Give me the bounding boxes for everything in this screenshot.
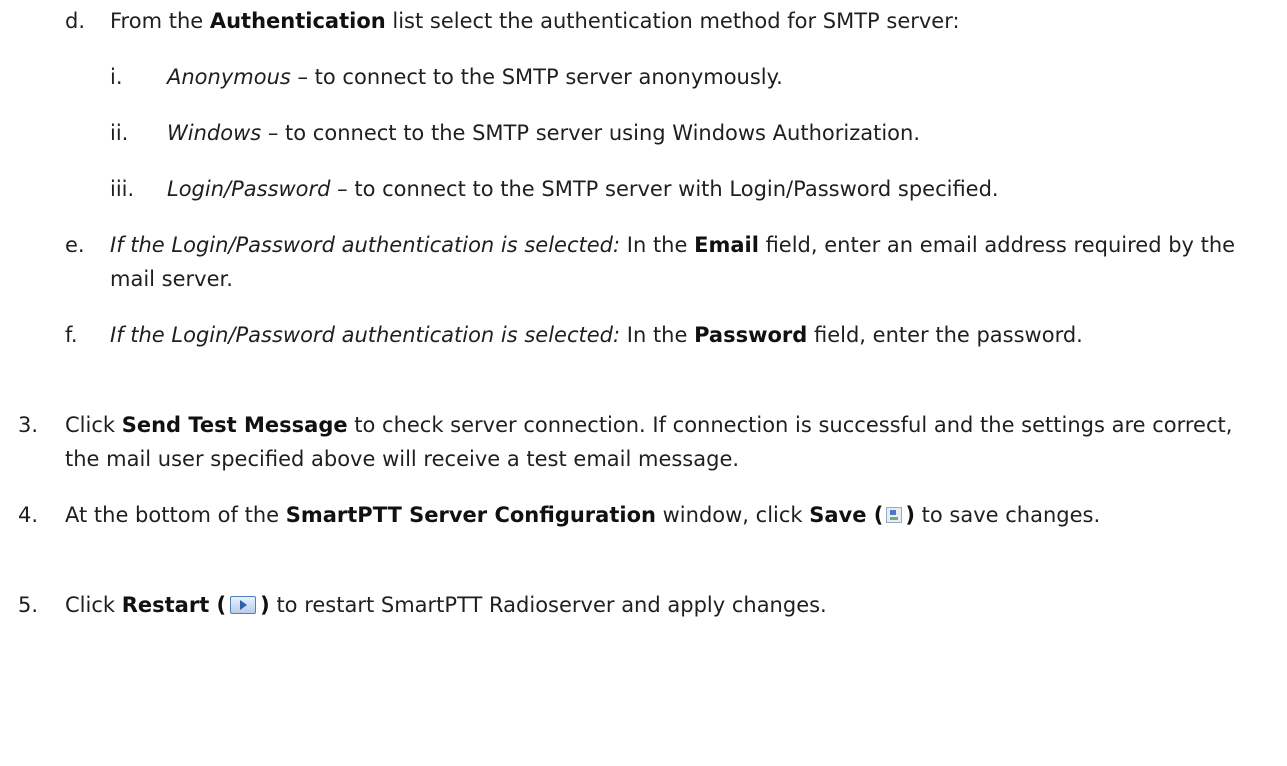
step-d: d. From the Authentication list select t… [0, 4, 1267, 38]
step-5-marker: 5. [18, 593, 39, 617]
step-d-text: From the Authentication list select the … [110, 9, 960, 33]
step-i-text: Anonymous – to connect to the SMTP serve… [167, 65, 783, 89]
restart-icon [230, 596, 257, 614]
step-f: f. If the Login/Password authentication … [0, 318, 1267, 352]
step-iii-text: Login/Password – to connect to the SMTP … [167, 177, 999, 201]
step-3-text: Click Send Test Message to check server … [65, 413, 1233, 471]
step-e-marker: e. [65, 233, 85, 257]
step-i-marker: i. [110, 65, 123, 89]
step-4-text: At the bottom of the SmartPTT Server Con… [65, 503, 1101, 527]
step-e-text: If the Login/Password authentication is … [110, 233, 1236, 291]
windows-option: Windows [167, 121, 262, 145]
step-5: 5. Click Restart () to restart SmartPTT … [0, 588, 1267, 622]
step-d-ii: ii. Windows – to connect to the SMTP ser… [0, 116, 1267, 150]
password-label: Password [694, 323, 808, 347]
step-e: e. If the Login/Password authentication … [0, 228, 1267, 296]
authentication-label: Authentication [209, 9, 386, 33]
step-ii-marker: ii. [110, 121, 129, 145]
step-3: 3. Click Send Test Message to check serv… [0, 408, 1267, 476]
save-icon [886, 507, 903, 523]
step-f-text: If the Login/Password authentication is … [110, 323, 1083, 347]
smartptt-server-configuration-label: SmartPTT Server Configuration [285, 503, 656, 527]
step-d-marker: d. [65, 9, 86, 33]
step-4: 4. At the bottom of the SmartPTT Server … [0, 498, 1267, 532]
step-iii-marker: iii. [110, 177, 135, 201]
login-password-option: Login/Password [167, 177, 331, 201]
step-5-text: Click Restart () to restart SmartPTT Rad… [65, 593, 827, 617]
send-test-message-label: Send Test Message [121, 413, 348, 437]
step-4-marker: 4. [18, 503, 39, 527]
step-ii-text: Windows – to connect to the SMTP server … [167, 121, 921, 145]
anonymous-option: Anonymous [167, 65, 291, 89]
step-d-iii: iii. Login/Password – to connect to the … [0, 172, 1267, 206]
step-f-marker: f. [65, 323, 78, 347]
step-3-marker: 3. [18, 413, 39, 437]
step-d-i: i. Anonymous – to connect to the SMTP se… [0, 60, 1267, 94]
email-label: Email [694, 233, 759, 257]
